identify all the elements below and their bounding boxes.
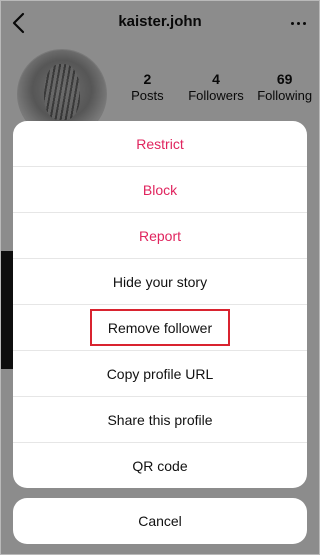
annotation-highlight-box: [90, 309, 230, 346]
cancel-button[interactable]: Cancel: [13, 498, 307, 544]
share-profile-button[interactable]: Share this profile: [13, 397, 307, 443]
profile-action-sheet: Restrict Block Report Hide your story Re…: [13, 121, 307, 488]
block-button[interactable]: Block: [13, 167, 307, 213]
restrict-button[interactable]: Restrict: [13, 121, 307, 167]
qr-code-button[interactable]: QR code: [13, 443, 307, 488]
copy-profile-url-button[interactable]: Copy profile URL: [13, 351, 307, 397]
remove-follower-button[interactable]: Remove follower: [13, 305, 307, 351]
hide-story-button[interactable]: Hide your story: [13, 259, 307, 305]
report-button[interactable]: Report: [13, 213, 307, 259]
